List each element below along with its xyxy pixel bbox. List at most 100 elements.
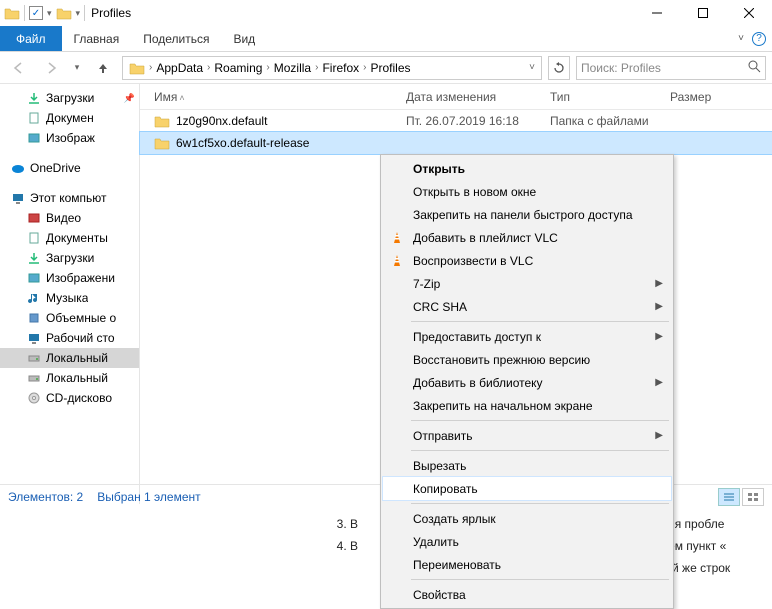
tree-item[interactable]: Изображени — [0, 268, 139, 288]
search-placeholder: Поиск: Profiles — [581, 61, 748, 75]
tree-item[interactable]: Рабочий сто — [0, 328, 139, 348]
submenu-arrow-icon: ▶ — [655, 278, 663, 289]
breadcrumb[interactable]: › AppData › Roaming › Mozilla › Firefox … — [122, 56, 542, 80]
breadcrumb-root-icon[interactable] — [125, 60, 149, 76]
context-item[interactable]: Копировать — [383, 477, 671, 500]
tab-home[interactable]: Главная — [62, 26, 132, 51]
ribbon-expand-icon[interactable]: ˅ — [738, 33, 744, 44]
context-menu[interactable]: ОткрытьОткрыть в новом окнеЗакрепить на … — [380, 154, 674, 609]
nav-back-button[interactable] — [6, 55, 32, 81]
context-separator — [411, 503, 669, 504]
submenu-arrow-icon: ▶ — [655, 331, 663, 342]
column-header-date[interactable]: Дата изменения — [396, 90, 540, 104]
qat-dropdown2-icon[interactable]: ▾ — [76, 8, 81, 19]
file-tab[interactable]: Файл — [0, 26, 62, 51]
download-icon — [26, 90, 42, 106]
tree-item[interactable]: Документы — [0, 228, 139, 248]
context-separator — [411, 450, 669, 451]
tree-item[interactable]: Видео — [0, 208, 139, 228]
image-icon — [26, 130, 42, 146]
nav-forward-button[interactable] — [38, 55, 64, 81]
view-details-button[interactable] — [718, 488, 740, 506]
minimize-button[interactable] — [634, 0, 680, 26]
qat-dropdown-icon[interactable]: ▾ — [47, 8, 52, 19]
cd-icon — [26, 390, 42, 406]
tree-item-downloads[interactable]: Загрузки 📌 — [0, 88, 139, 108]
sort-indicator-icon: ˄ — [179, 93, 184, 103]
video-icon — [26, 210, 42, 226]
context-item[interactable]: Восстановить прежнюю версию — [383, 348, 671, 371]
vlc-icon — [389, 253, 405, 269]
context-item[interactable]: Предоставить доступ к▶ — [383, 325, 671, 348]
tree-item[interactable]: Загрузки — [0, 248, 139, 268]
context-item[interactable]: Отправить▶ — [383, 424, 671, 447]
3d-icon — [26, 310, 42, 326]
pin-icon: 📌 — [124, 93, 135, 104]
breadcrumb-item[interactable]: Profiles — [366, 61, 414, 75]
context-item[interactable]: 7-Zip▶ — [383, 272, 671, 295]
tree-item[interactable]: Музыка — [0, 288, 139, 308]
image-icon — [26, 270, 42, 286]
close-button[interactable] — [726, 0, 772, 26]
column-header-row: Имя˄ Дата изменения Тип Размер — [140, 84, 772, 110]
tree-item[interactable]: Объемные о — [0, 308, 139, 328]
context-item[interactable]: Вырезать — [383, 454, 671, 477]
ribbon-help-icon[interactable]: ? — [752, 32, 766, 46]
context-item[interactable]: Открыть в новом окне — [383, 180, 671, 203]
column-header-size[interactable]: Размер — [660, 90, 772, 104]
file-date: Пт. 26.07.2019 16:18 — [396, 114, 540, 128]
title-bar: ✓ ▾ ▾ Profiles — [0, 0, 772, 26]
maximize-button[interactable] — [680, 0, 726, 26]
address-bar-row: ▾ › AppData › Roaming › Mozilla › Firefo… — [0, 52, 772, 84]
nav-history-dropdown[interactable]: ▾ — [70, 55, 84, 81]
context-item[interactable]: Добавить в плейлист VLC — [383, 226, 671, 249]
address-dropdown-icon[interactable]: ˅ — [525, 62, 539, 73]
breadcrumb-item[interactable]: AppData — [152, 61, 207, 75]
breadcrumb-item[interactable]: Firefox — [318, 61, 363, 75]
tree-item[interactable]: Локальный — [0, 368, 139, 388]
context-item[interactable]: Закрепить на панели быстрого доступа — [383, 203, 671, 226]
breadcrumb-item[interactable]: Roaming — [210, 61, 266, 75]
navigation-tree[interactable]: Загрузки 📌 Докумен Изображ OneDrive Этот… — [0, 84, 140, 504]
qat-checkbox-icon[interactable]: ✓ — [29, 6, 43, 20]
download-icon — [26, 250, 42, 266]
context-item[interactable]: Открыть — [383, 157, 671, 180]
context-item[interactable]: Переименовать — [383, 553, 671, 576]
nav-up-button[interactable] — [90, 55, 116, 81]
tree-item[interactable]: CD-дисково — [0, 388, 139, 408]
context-item[interactable]: Удалить — [383, 530, 671, 553]
file-row[interactable]: 1z0g90nx.default Пт. 26.07.2019 16:18 Па… — [140, 110, 772, 132]
column-header-name[interactable]: Имя˄ — [140, 90, 396, 104]
context-item[interactable]: Воспроизвести в VLC — [383, 249, 671, 272]
search-icon[interactable] — [748, 60, 761, 76]
tree-item-images[interactable]: Изображ — [0, 128, 139, 148]
ribbon: Файл Главная Поделиться Вид ˅ ? — [0, 26, 772, 52]
drive-icon — [26, 350, 42, 366]
context-item[interactable]: Добавить в библиотеку▶ — [383, 371, 671, 394]
submenu-arrow-icon: ▶ — [655, 301, 663, 312]
file-name: 6w1cf5xo.default-release — [176, 136, 309, 150]
status-count: Элементов: 2 — [8, 490, 83, 504]
column-header-type[interactable]: Тип — [540, 90, 660, 104]
file-row-selected[interactable]: 6w1cf5xo.default-release — [140, 132, 772, 154]
search-input[interactable]: Поиск: Profiles — [576, 56, 766, 80]
tab-view[interactable]: Вид — [221, 26, 267, 51]
doc-icon — [26, 230, 42, 246]
tab-share[interactable]: Поделиться — [131, 26, 221, 51]
breadcrumb-item[interactable]: Mozilla — [270, 61, 315, 75]
context-item[interactable]: Закрепить на начальном экране — [383, 394, 671, 417]
tree-item-thispc[interactable]: Этот компьют — [0, 188, 139, 208]
context-item[interactable]: CRC SHA▶ — [383, 295, 671, 318]
refresh-button[interactable] — [548, 56, 570, 80]
status-selection: Выбран 1 элемент — [97, 490, 200, 504]
desktop-icon — [26, 330, 42, 346]
context-item[interactable]: Создать ярлык — [383, 507, 671, 530]
view-icons-button[interactable] — [742, 488, 764, 506]
pc-icon — [10, 190, 26, 206]
context-separator — [411, 420, 669, 421]
tree-item[interactable]: Локальный — [0, 348, 139, 368]
tree-item-onedrive[interactable]: OneDrive — [0, 158, 139, 178]
onedrive-icon — [10, 160, 26, 176]
vlc-icon — [389, 230, 405, 246]
tree-item-documents[interactable]: Докумен — [0, 108, 139, 128]
